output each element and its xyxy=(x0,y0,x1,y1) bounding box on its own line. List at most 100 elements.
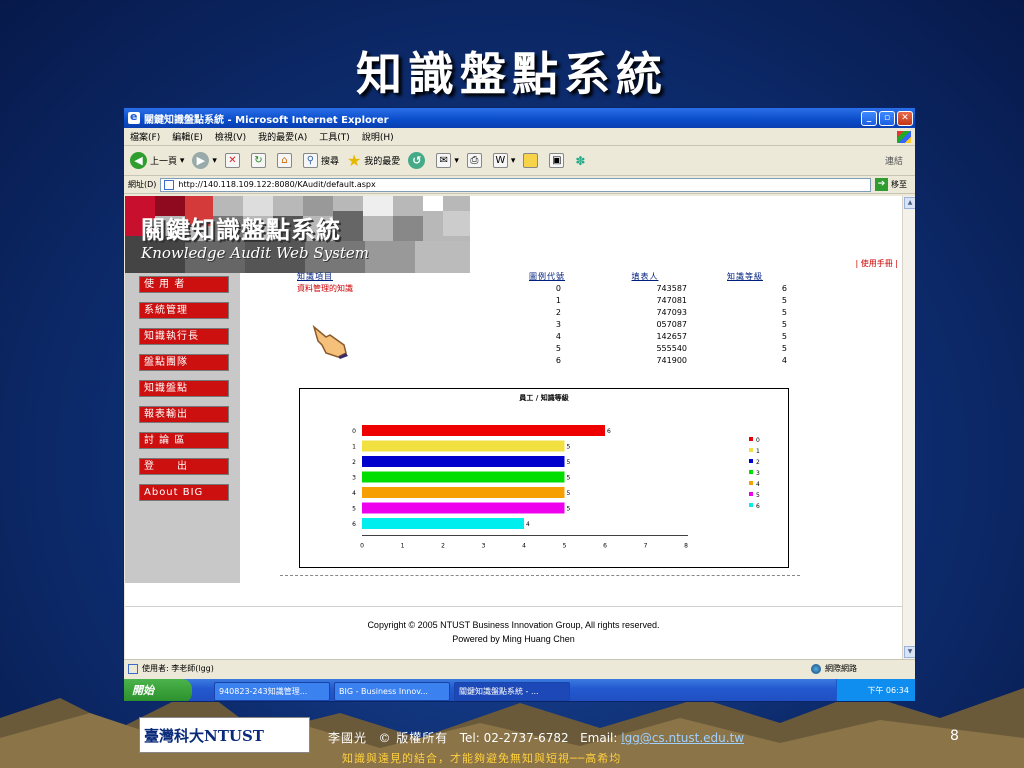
col-level[interactable]: 知識等級 xyxy=(695,271,795,282)
window-title: 關鍵知識盤點系統 - Microsoft Internet Explorer xyxy=(144,114,389,126)
category-label: 4 xyxy=(352,490,356,497)
mail-icon: ✉ xyxy=(436,153,452,168)
menu-file[interactable]: 檔案(F) xyxy=(130,130,160,143)
research-button[interactable]: ▣ xyxy=(549,153,567,168)
page-icon xyxy=(164,179,175,190)
taskbar-item-big[interactable]: BIG - Business Innov... xyxy=(334,681,450,701)
print-button[interactable]: ⎙ xyxy=(466,153,485,168)
x-tick-label: 3 xyxy=(482,543,486,550)
bar-0 xyxy=(362,425,605,436)
banner-subtitle: Knowledge Audit Web System xyxy=(141,244,369,262)
globe-icon xyxy=(811,663,821,674)
legend-label: 4 xyxy=(756,481,760,488)
footer-email-link[interactable]: lgg@cs.ntust.edu.tw xyxy=(621,731,744,745)
search-button[interactable]: ⚲ 搜尋 xyxy=(302,153,339,168)
bar-chart: 員工 / 知識等級 0 6 1 5 2 5 3 5 4 5 5 5 6 4 0 1 2 3 4 5 6 7 8 0 1 2 3 4 5 6 xyxy=(352,393,760,550)
home-button[interactable]: ⌂ xyxy=(276,153,295,168)
nav-forum[interactable]: 討 論 區 xyxy=(139,432,229,449)
scroll-down-icon[interactable]: ▼ xyxy=(904,646,915,658)
go-arrow-icon: ➔ xyxy=(875,178,888,191)
bar-5 xyxy=(362,502,565,514)
page-number: 8 xyxy=(950,728,959,744)
bar-value-label: 5 xyxy=(567,444,571,451)
close-button[interactable]: ✕ xyxy=(897,110,913,126)
windows-logo-icon xyxy=(897,130,911,143)
category-label: 2 xyxy=(352,459,356,466)
legend-swatch-5 xyxy=(749,492,753,496)
forward-button[interactable]: ▶ ▾ xyxy=(192,152,217,169)
taskbar-item-kaudit[interactable]: 關鍵知識盤點系統 - ... xyxy=(454,681,570,701)
chart-title: 員工 / 知識等級 xyxy=(518,393,569,402)
mail-button[interactable]: ✉ ▾ xyxy=(436,153,459,168)
knowledge-table: 知識項目 圖例代號 填表人 知識等級 資料管理的知識 0 743587 6 1 74708… xyxy=(295,271,795,366)
x-tick-label: 1 xyxy=(401,543,405,550)
legend-code-cell: 4 xyxy=(555,331,561,341)
scroll-up-icon[interactable]: ▲ xyxy=(904,197,915,209)
col-legend-code[interactable]: 圖例代號 xyxy=(445,271,595,282)
back-button[interactable]: ◀ 上一頁 ▾ xyxy=(130,152,184,169)
menu-favorites[interactable]: 我的最愛(A) xyxy=(258,130,307,143)
legend-swatch-3 xyxy=(749,470,753,474)
favorites-button[interactable]: ★ 我的最愛 xyxy=(347,151,400,170)
address-label: 網址(D) xyxy=(128,180,157,189)
legend-code-cell: 5 xyxy=(555,343,561,353)
links-button[interactable]: 連結 xyxy=(885,154,903,167)
menu-bar: 檔案(F) 編輯(E) 檢視(V) 我的最愛(A) 工具(T) 說明(H) xyxy=(124,128,915,146)
level-cell: 5 xyxy=(781,319,787,329)
status-bar: 使用者: 李老師(lgg) 網際網路 xyxy=(124,659,915,677)
nav-cko[interactable]: 知識執行長 xyxy=(139,328,229,345)
col-knowledge-item[interactable]: 知識項目 xyxy=(295,271,445,282)
legend-code-cell: 2 xyxy=(555,307,561,317)
category-label: 3 xyxy=(352,475,356,482)
folder-button[interactable] xyxy=(523,153,541,168)
nav-system-admin[interactable]: 系統管理 xyxy=(139,302,229,319)
history-button[interactable]: ↺ xyxy=(408,152,428,169)
address-bar: 網址(D) http://140.118.109.122:8080/KAudit… xyxy=(124,176,915,194)
filler-cell: 555540 xyxy=(656,343,687,353)
stop-button[interactable]: ✕ xyxy=(224,153,243,168)
copyright-text: Copyright © 2005 NTUST Business Innovati… xyxy=(367,620,660,630)
user-manual-link[interactable]: | 使用手冊 | xyxy=(856,258,898,269)
start-button[interactable]: 開始 xyxy=(124,679,192,701)
menu-edit[interactable]: 編輯(E) xyxy=(172,130,203,143)
nav-about-big[interactable]: About BIG xyxy=(139,484,229,501)
x-tick-label: 5 xyxy=(563,543,567,550)
minimize-button[interactable]: _ xyxy=(861,110,877,126)
address-input[interactable]: http://140.118.109.122:8080/KAudit/defau… xyxy=(160,177,871,192)
menu-help[interactable]: 說明(H) xyxy=(362,130,394,143)
nav-logout[interactable]: 登 出 xyxy=(139,458,229,475)
table-row: 5 555540 5 xyxy=(295,342,795,354)
address-url: http://140.118.109.122:8080/KAudit/defau… xyxy=(178,180,376,189)
window-titlebar[interactable]: 關鍵知識盤點系統 - Microsoft Internet Explorer _… xyxy=(124,108,915,128)
bar-6 xyxy=(362,518,524,529)
site-banner: 關鍵知識盤點系統 Knowledge Audit Web System | 使用… xyxy=(125,196,902,273)
table-row: 1 747081 5 xyxy=(295,294,795,306)
x-tick-label: 2 xyxy=(441,543,445,550)
edit-button[interactable]: W ▾ xyxy=(492,153,515,168)
menu-tools[interactable]: 工具(T) xyxy=(319,130,350,143)
legend-swatch-0 xyxy=(749,437,753,441)
nav-audit-team[interactable]: 盤點團隊 xyxy=(139,354,229,371)
footer-rights: © 版權所有 xyxy=(378,731,449,745)
page-viewport: 關鍵知識盤點系統 Knowledge Audit Web System | 使用… xyxy=(125,196,902,659)
go-button[interactable]: ➔ 移至 xyxy=(875,178,907,191)
vertical-scrollbar[interactable]: ▲ ▼ xyxy=(902,196,915,659)
x-tick-label: 6 xyxy=(603,543,607,550)
legend-label: 6 xyxy=(756,503,760,510)
back-arrow-icon: ◀ xyxy=(130,152,147,169)
system-tray-clock[interactable]: 下午 06:34 xyxy=(836,679,915,701)
nav-users[interactable]: 使 用 者 xyxy=(139,276,229,293)
bar-value-label: 5 xyxy=(567,475,571,482)
refresh-button[interactable]: ↻ xyxy=(250,153,269,168)
restore-button[interactable]: ▫ xyxy=(879,110,895,126)
taskbar-item-ppt[interactable]: 940823-243知識管理... xyxy=(214,681,330,701)
level-cell: 5 xyxy=(781,343,787,353)
bar-value-label: 5 xyxy=(567,490,571,497)
printer-icon: ⎙ xyxy=(466,153,482,168)
menu-view[interactable]: 檢視(V) xyxy=(215,130,246,143)
nav-report-output[interactable]: 報表輸出 xyxy=(139,406,229,423)
col-filler[interactable]: 填表人 xyxy=(595,271,695,282)
nav-knowledge-audit[interactable]: 知識盤點 xyxy=(139,380,229,397)
messenger-button[interactable]: ✽ xyxy=(575,154,585,168)
messenger-icon: ✽ xyxy=(575,153,586,168)
